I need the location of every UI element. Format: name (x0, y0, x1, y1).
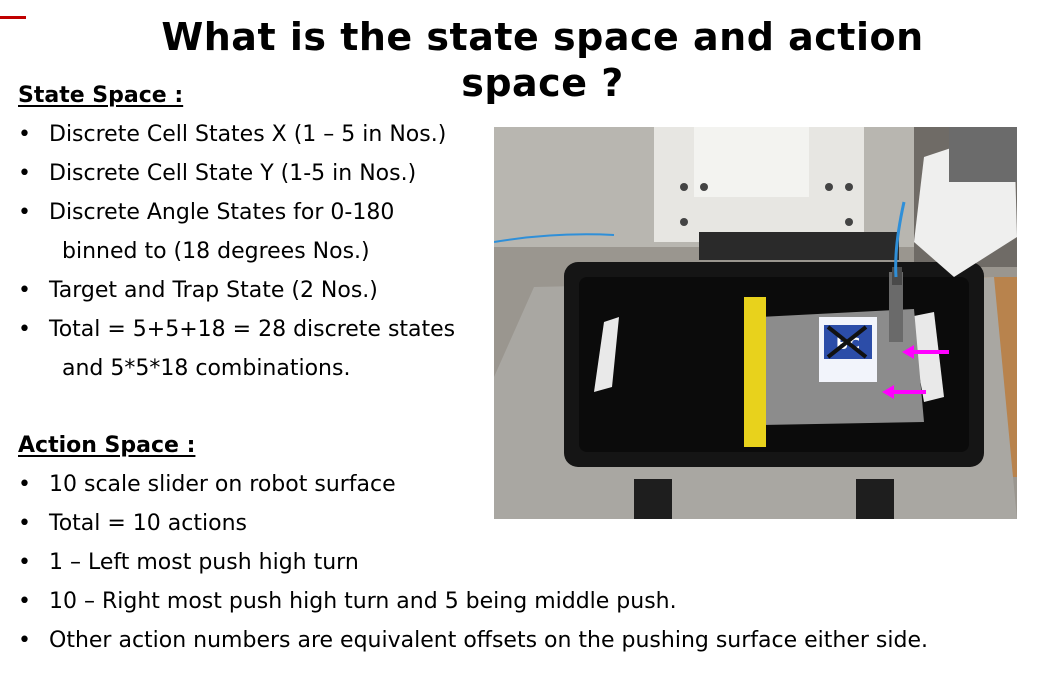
list-item: 10 – Right most push high turn and 5 bei… (18, 582, 928, 621)
slide-title: What is the state space and action space… (161, 15, 924, 105)
list-item: Discrete Cell States X (1 – 5 in Nos.) (18, 115, 455, 154)
state-space-heading: State Space : (18, 83, 184, 108)
list-item: Discrete Cell State Y (1-5 in Nos.) (18, 154, 455, 193)
accent-line (0, 16, 26, 19)
robot-setup-photo: BC (494, 127, 1017, 519)
action-space-heading: Action Space : (18, 433, 196, 458)
list-item: Other action numbers are equivalent offs… (18, 621, 928, 660)
list-item: Discrete Angle States for 0-180 (18, 193, 455, 232)
list-item: 1 – Left most push high turn (18, 543, 928, 582)
list-item: Target and Trap State (2 Nos.) (18, 271, 455, 310)
list-item-continuation: binned to (18 degrees Nos.) (62, 239, 370, 264)
robot-setup-illustration: BC (494, 127, 1017, 519)
list-item-continuation: and 5*5*18 combinations. (62, 356, 351, 381)
list-item: Total = 5+5+18 = 28 discrete states (18, 310, 455, 349)
state-space-list: Discrete Cell States X (1 – 5 in Nos.) D… (18, 115, 455, 388)
